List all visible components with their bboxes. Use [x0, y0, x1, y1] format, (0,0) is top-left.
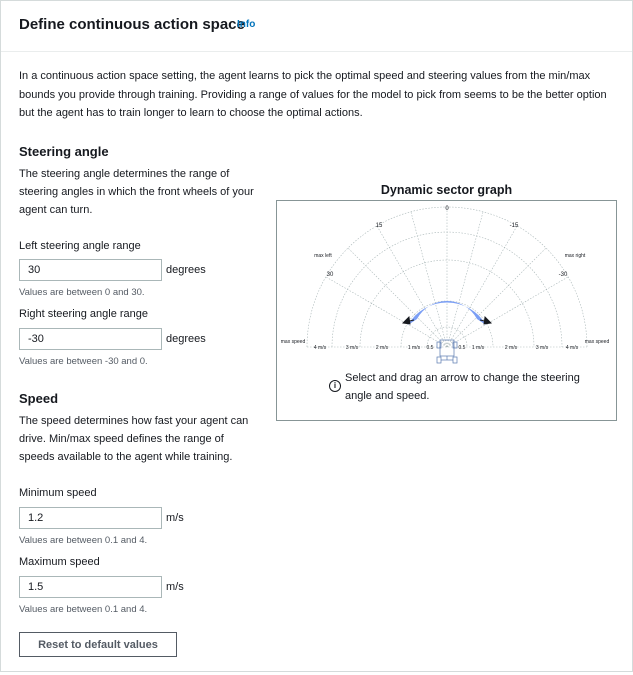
speed-tick-left-4: 4 m/s [314, 345, 327, 351]
angle-label-neg30: -30 [559, 272, 568, 278]
angle-line-45 [347, 247, 448, 348]
max-speed-label-left: max speed [281, 339, 306, 345]
angle-line-60 [325, 276, 448, 348]
angle-label-neg15: -15 [510, 223, 519, 229]
angle-line-neg30 [446, 225, 518, 348]
speed-tick-right-4: 4 m/s [566, 345, 579, 351]
speed-tick-right-2: 2 m/s [505, 345, 518, 351]
angle-label-30: 30 [327, 272, 334, 278]
speed-tick-right-05: 0.5 [459, 345, 466, 351]
right-steering-arrow[interactable] [483, 316, 492, 325]
speed-tick-left-1: 1 m/s [408, 345, 421, 351]
angle-line-neg15 [446, 211, 484, 348]
angle-line-30 [376, 225, 448, 348]
speed-tick-left-05: 0.5 [427, 345, 434, 351]
angle-label-0: 0 [445, 206, 449, 212]
action-space-panel: Define continuous action space Info In a… [0, 0, 633, 672]
angle-line-neg60 [446, 276, 569, 348]
max-speed-label-right: max speed [585, 339, 610, 345]
speed-tick-right-3: 3 m/s [536, 345, 549, 351]
max-right-label: max right [565, 253, 586, 259]
left-steering-arrow[interactable] [402, 316, 411, 325]
speed-tick-left-3: 3 m/s [346, 345, 359, 351]
max-left-label: max left [314, 253, 332, 259]
angle-label-15: 15 [376, 223, 383, 229]
speed-tick-left-2: 2 m/s [376, 345, 389, 351]
graph-hint: Select and drag an arrow to change the s… [345, 372, 580, 402]
info-icon: i [329, 380, 341, 392]
speed-tick-right-1: 1 m/s [472, 345, 485, 351]
sector-graph: 0 15 -15 30 -30 max left max right max s… [281, 206, 610, 364]
angle-line-neg45 [446, 247, 547, 348]
